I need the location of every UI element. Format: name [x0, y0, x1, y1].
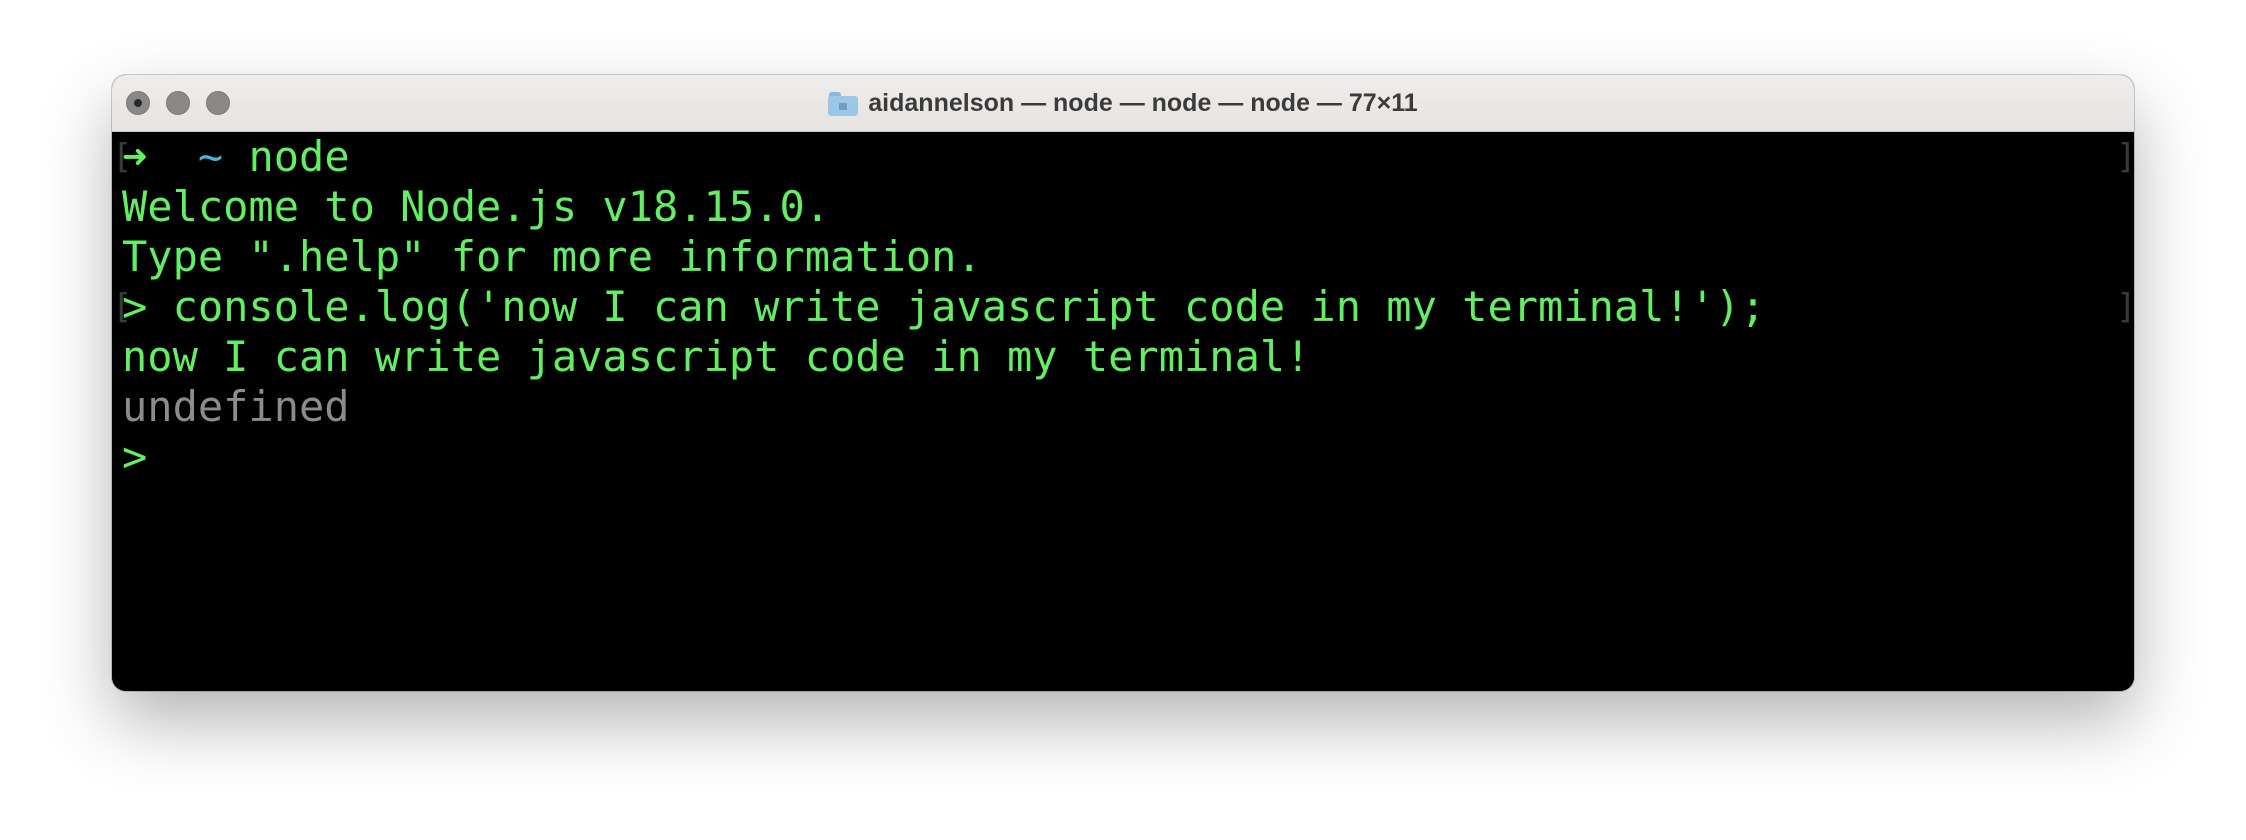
title-bar[interactable]: aidannelson — node — node — node — 77×11	[112, 75, 2134, 132]
home-folder-icon	[828, 91, 859, 116]
window-title: aidannelson — node — node — node — 77×11	[868, 89, 1418, 117]
welcome-line: Welcome to Node.js v18.15.0.	[122, 182, 831, 231]
prompt-arrow-icon: ➜	[122, 132, 148, 181]
current-prompt[interactable]: >	[122, 432, 147, 482]
terminal-window: aidannelson — node — node — node — 77×11…	[112, 75, 2134, 691]
shell-prompt-line: ➜ ~ node	[122, 132, 350, 182]
help-line: Type ".help" for more information.	[122, 232, 982, 281]
line-bracket-close: ]	[2116, 132, 2134, 182]
repl-input-line: > console.log('now I can write javascrip…	[122, 282, 1766, 331]
console-output-line: now I can write javascript code in my te…	[122, 332, 1311, 381]
prompt-command: node	[248, 132, 350, 181]
window-title-area: aidannelson — node — node — node — 77×11	[112, 75, 2134, 132]
input-bracket-close: ]	[2116, 282, 2134, 332]
terminal-content[interactable]: [ ➜ ~ node ] Welcome to Node.js v18.15.0…	[112, 132, 2134, 691]
return-value-line: undefined	[122, 382, 350, 431]
prompt-directory: ~	[197, 132, 224, 181]
